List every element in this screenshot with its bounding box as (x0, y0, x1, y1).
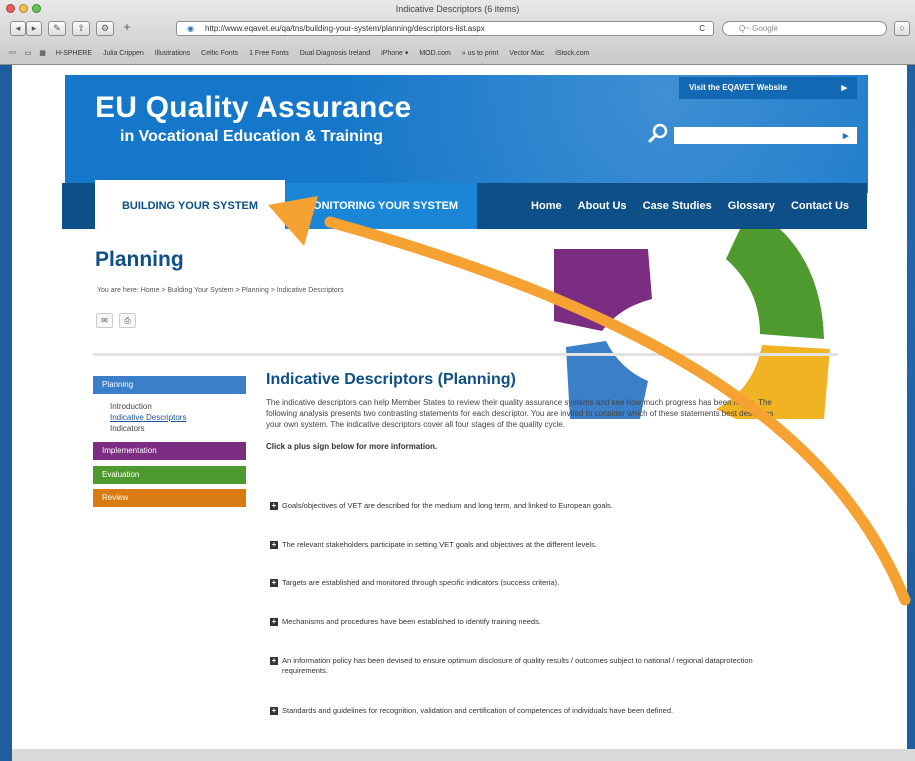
share-button[interactable]: ⇧ (72, 21, 90, 36)
site-title[interactable]: EU Quality Assurance (95, 91, 411, 125)
plus-icon[interactable]: + (270, 502, 278, 510)
chevron-right-icon: ▸ (841, 82, 847, 94)
search-icon (648, 123, 668, 143)
instruction-text: Click a plus sign below for more informa… (266, 442, 438, 451)
site-search-input[interactable] (674, 127, 857, 144)
bookmark-item[interactable]: MOD.com (419, 50, 451, 57)
descriptor-item[interactable]: + Mechanisms and procedures have been es… (270, 617, 770, 627)
browser-toolbar: ◂ ▸ ✎ ⇧ ⚙ + ◉ http://www.eqavet.eu/qa/tn… (0, 18, 915, 40)
sidebar-sub-introduction[interactable]: Introduction (93, 401, 246, 412)
browser-chrome: Indicative Descriptors (6 items) ◂ ▸ ✎ ⇧… (0, 0, 915, 65)
downloads-button[interactable]: ○ (894, 21, 910, 36)
plus-icon[interactable]: + (270, 707, 278, 715)
sidebar-item-planning[interactable]: Planning (93, 376, 246, 394)
new-tab-icon[interactable]: + (120, 21, 134, 36)
main-content: Indicative Descriptors (Planning) The in… (266, 371, 811, 451)
top-sites-icon[interactable]: ▦ (39, 50, 46, 57)
back-button[interactable]: ◂ (10, 21, 26, 36)
bookmark-item[interactable]: 1 Free Fonts (249, 50, 289, 57)
bookmark-item[interactable]: » us to print (462, 50, 499, 57)
zoom-window-button[interactable] (32, 4, 41, 13)
forward-button[interactable]: ▸ (26, 21, 42, 36)
window-left-edge (0, 65, 12, 761)
bookmark-item[interactable]: H-SPHERE (56, 50, 92, 57)
bookmark-item[interactable]: Dual Diagnosis Ireland (300, 50, 370, 57)
content-title: Indicative Descriptors (Planning) (266, 371, 516, 388)
bookmarks-bar: 👓 ▭ ▦ H-SPHERE Julia Crippen Illustratio… (0, 45, 915, 63)
bookmark-item[interactable]: Illustrations (155, 50, 190, 57)
breadcrumb[interactable]: You are here: Home > Building Your Syste… (97, 287, 344, 294)
minimize-window-button[interactable] (19, 4, 28, 13)
window-titlebar: Indicative Descriptors (6 items) (0, 0, 915, 18)
site-header: EU Quality Assurance in Vocational Educa… (65, 75, 868, 193)
email-icon[interactable]: ✉ (96, 313, 113, 328)
reading-list-icon[interactable]: 👓 (8, 50, 17, 57)
tab-building-your-system[interactable]: BUILDING YOUR SYSTEM (95, 180, 285, 229)
nav-home[interactable]: Home (531, 200, 562, 212)
address-bar[interactable]: ◉ http://www.eqavet.eu/qa/tns/building-y… (176, 21, 714, 36)
print-icon[interactable]: ⎙ (119, 313, 136, 328)
descriptor-text: Standards and guidelines for recognition… (282, 706, 674, 715)
bookmark-item[interactable]: Celtic Fonts (201, 50, 238, 57)
descriptor-text: Targets are established and monitored th… (282, 578, 560, 587)
window-title: Indicative Descriptors (6 items) (395, 4, 520, 14)
page-footer-strip (0, 749, 915, 761)
nav-about-us[interactable]: About Us (578, 200, 627, 212)
plus-icon[interactable]: + (270, 579, 278, 587)
sidebar-sub-indicative-descriptors[interactable]: Indicative Descriptors (93, 412, 246, 423)
extensions-button[interactable]: ⚙ (96, 21, 114, 36)
browser-search-placeholder: Q~ Google (739, 24, 778, 33)
nav-glossary[interactable]: Glossary (728, 200, 775, 212)
bookmark-item[interactable]: iPhone ▾ (381, 50, 408, 57)
bookmarks-book-icon[interactable]: ▭ (25, 50, 32, 57)
descriptor-text: Goals/objectives of VET are described fo… (282, 501, 613, 510)
descriptor-item[interactable]: + Standards and guidelines for recogniti… (270, 706, 770, 716)
descriptor-item[interactable]: + An information policy has been devised… (270, 656, 770, 676)
plus-icon[interactable]: + (270, 657, 278, 665)
descriptor-item[interactable]: + The relevant stakeholders participate … (270, 540, 770, 550)
web-page: EU Quality Assurance in Vocational Educa… (0, 65, 915, 761)
tab-monitoring-your-system[interactable]: MONITORING YOUR SYSTEM (285, 183, 477, 229)
plus-icon[interactable]: + (270, 541, 278, 549)
descriptor-text: Mechanisms and procedures have been esta… (282, 617, 541, 626)
bookmark-item[interactable]: Vector Mac (509, 50, 544, 57)
address-url: http://www.eqavet.eu/qa/tns/building-you… (205, 24, 485, 33)
nav-case-studies[interactable]: Case Studies (643, 200, 712, 212)
visit-eqavet-link[interactable]: Visit the EQAVET Website ▸ (679, 77, 857, 99)
visit-link-label: Visit the EQAVET Website (689, 83, 788, 92)
reload-icon[interactable]: C (699, 22, 705, 35)
sidebar-sub-indicators[interactable]: Indicators (93, 423, 246, 434)
plus-icon[interactable]: + (270, 618, 278, 626)
close-window-button[interactable] (6, 4, 15, 13)
sidebar-item-review[interactable]: Review (93, 489, 246, 507)
globe-icon: ◉ (187, 24, 194, 33)
descriptor-item[interactable]: + Goals/objectives of VET are described … (270, 501, 770, 511)
descriptor-text: An information policy has been devised t… (282, 656, 753, 675)
bookmark-item[interactable]: iStock.com (555, 50, 589, 57)
nav-contact-us[interactable]: Contact Us (791, 200, 849, 212)
descriptor-item[interactable]: + Targets are established and monitored … (270, 578, 770, 588)
bookmark-item[interactable]: Julia Crippen (103, 50, 144, 57)
intro-text: The indicative descriptors can help Memb… (266, 398, 774, 429)
search-submit-icon[interactable]: ▸ (843, 129, 849, 142)
content-divider (93, 353, 838, 356)
sidebar-item-evaluation[interactable]: Evaluation (93, 466, 246, 484)
browser-search-input[interactable]: Q~ Google (722, 21, 887, 36)
sidebar-item-implementation[interactable]: Implementation (93, 442, 246, 460)
site-subtitle: in Vocational Education & Training (120, 128, 383, 145)
bookmark-edit-button[interactable]: ✎ (48, 21, 66, 36)
nav-links: Home About Us Case Studies Glossary Cont… (518, 183, 849, 229)
descriptor-text: The relevant stakeholders participate in… (282, 540, 597, 549)
page-title: Planning (95, 248, 184, 271)
main-navigation: BUILDING YOUR SYSTEM MONITORING YOUR SYS… (62, 180, 867, 229)
sidebar: Planning Introduction Indicative Descrip… (93, 376, 246, 514)
